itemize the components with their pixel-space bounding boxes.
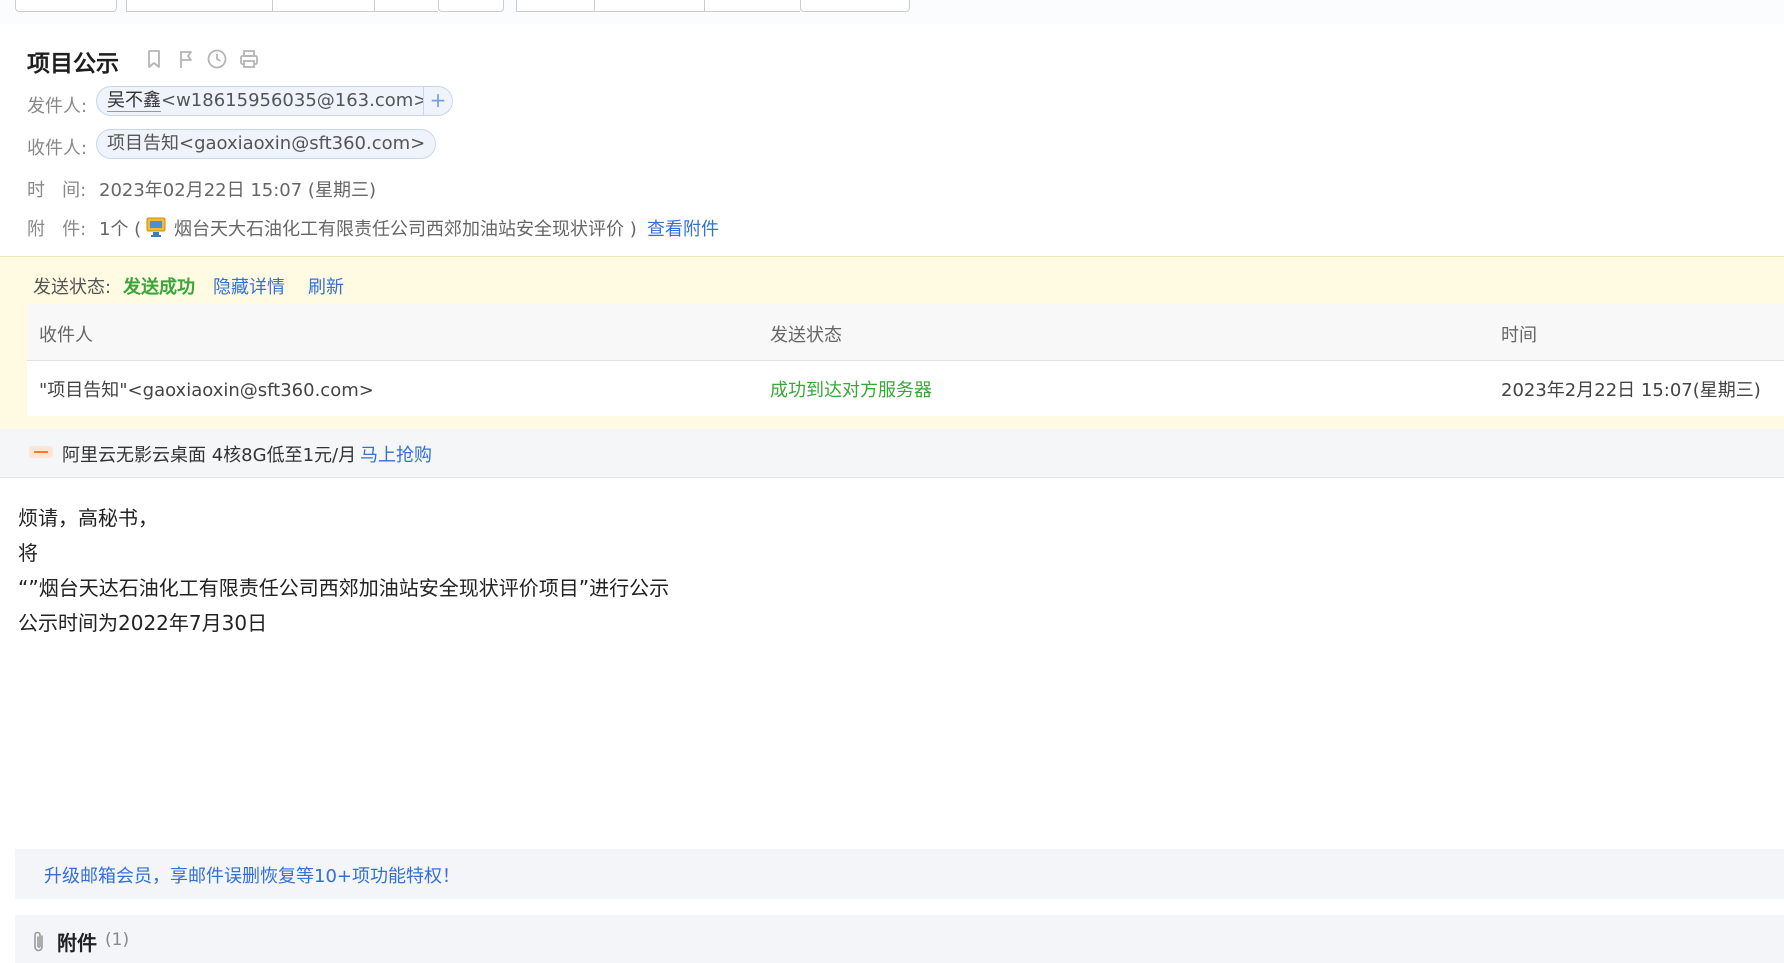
- toolbar-button-9[interactable]: [800, 0, 910, 12]
- sender-address: <w18615956035@163.com>: [161, 90, 429, 111]
- vip-upgrade-banner: 升级邮箱会员，享邮件误删恢复等10+项功能特权！: [15, 849, 1784, 899]
- attachments-section: 附件 (1): [15, 915, 1784, 963]
- hide-details-link[interactable]: 隐藏详情: [213, 273, 285, 299]
- attachment-file-icon: [146, 217, 166, 237]
- attachments-title: 附件: [57, 931, 97, 955]
- send-status-value: 发送成功: [123, 277, 195, 298]
- toolbar-button-3[interactable]: [272, 0, 374, 12]
- attach-count: 1个 (: [99, 219, 142, 240]
- refresh-link[interactable]: 刷新: [308, 273, 344, 299]
- ad-text: 阿里云无影云桌面 4核8G低至1元/月: [62, 445, 357, 466]
- toolbar-button-2[interactable]: [126, 0, 272, 12]
- body-line-2: 将: [18, 541, 38, 565]
- flag-icon[interactable]: [175, 48, 197, 70]
- top-toolbar: [0, 0, 1784, 24]
- column-header-time: 时间: [1501, 325, 1537, 346]
- add-contact-button[interactable]: +: [423, 86, 453, 116]
- row-time: 2023年2月22日 15:07(星期三): [1501, 380, 1761, 401]
- attachment-name[interactable]: 烟台天大石油化工有限责任公司西郊加油站安全现状评价 ): [174, 215, 637, 241]
- toolbar-button-5[interactable]: [438, 0, 504, 12]
- email-subject: 项目公示: [27, 51, 119, 77]
- ad-link[interactable]: 马上抢购: [360, 441, 432, 467]
- column-header-recipient: 收件人: [39, 325, 93, 346]
- body-line-1: 烦请，高秘书，: [18, 506, 158, 530]
- toolbar-button-7[interactable]: [594, 0, 704, 12]
- toolbar-button-1[interactable]: [15, 0, 117, 12]
- body-line-3: “”烟台天达石油化工有限责任公司西郊加油站安全现状评价项目”进行公示: [18, 576, 670, 600]
- toolbar-button-8[interactable]: [704, 0, 800, 12]
- ad-banner: 阿里云无影云桌面 4核8G低至1元/月 马上抢购: [0, 429, 1784, 478]
- vip-upgrade-link[interactable]: 升级邮箱会员，享邮件误删恢复等10+项功能特权！: [44, 862, 460, 888]
- paperclip-icon: [34, 931, 43, 952]
- time-label: 时 间:: [27, 180, 87, 201]
- sender-chip[interactable]: 吴不鑫<w18615956035@163.com>: [96, 86, 440, 116]
- attach-label: 附 件:: [27, 219, 87, 240]
- toolbar-button-4[interactable]: [374, 0, 438, 12]
- from-label: 发件人:: [27, 96, 88, 117]
- to-label: 收件人:: [27, 138, 88, 159]
- ad-logo-icon: [29, 446, 53, 458]
- column-header-status: 发送状态: [770, 325, 842, 346]
- bookmark-icon[interactable]: [143, 48, 165, 70]
- toolbar-button-6[interactable]: [516, 0, 594, 12]
- row-recipient: "项目告知"<gaoxiaoxin@sft360.com>: [39, 380, 374, 401]
- view-attachment-link[interactable]: 查看附件: [647, 215, 719, 241]
- attachments-count: (1): [105, 930, 130, 950]
- send-status-table: 收件人 发送状态 时间 "项目告知"<gaoxiaoxin@sft360.com…: [27, 304, 1784, 416]
- recipient-chip[interactable]: 项目告知<gaoxiaoxin@sft360.com>: [96, 129, 437, 159]
- print-icon[interactable]: [238, 48, 260, 70]
- time-value: 2023年02月22日 15:07 (星期三): [99, 180, 376, 201]
- clock-icon[interactable]: [206, 48, 228, 70]
- sender-name: 吴不鑫: [107, 90, 161, 112]
- row-status: 成功到达对方服务器: [770, 380, 932, 401]
- table-header: 收件人 发送状态 时间: [27, 304, 1784, 361]
- send-status-label: 发送状态:: [33, 277, 112, 298]
- body-line-4: 公示时间为2022年7月30日: [18, 611, 268, 635]
